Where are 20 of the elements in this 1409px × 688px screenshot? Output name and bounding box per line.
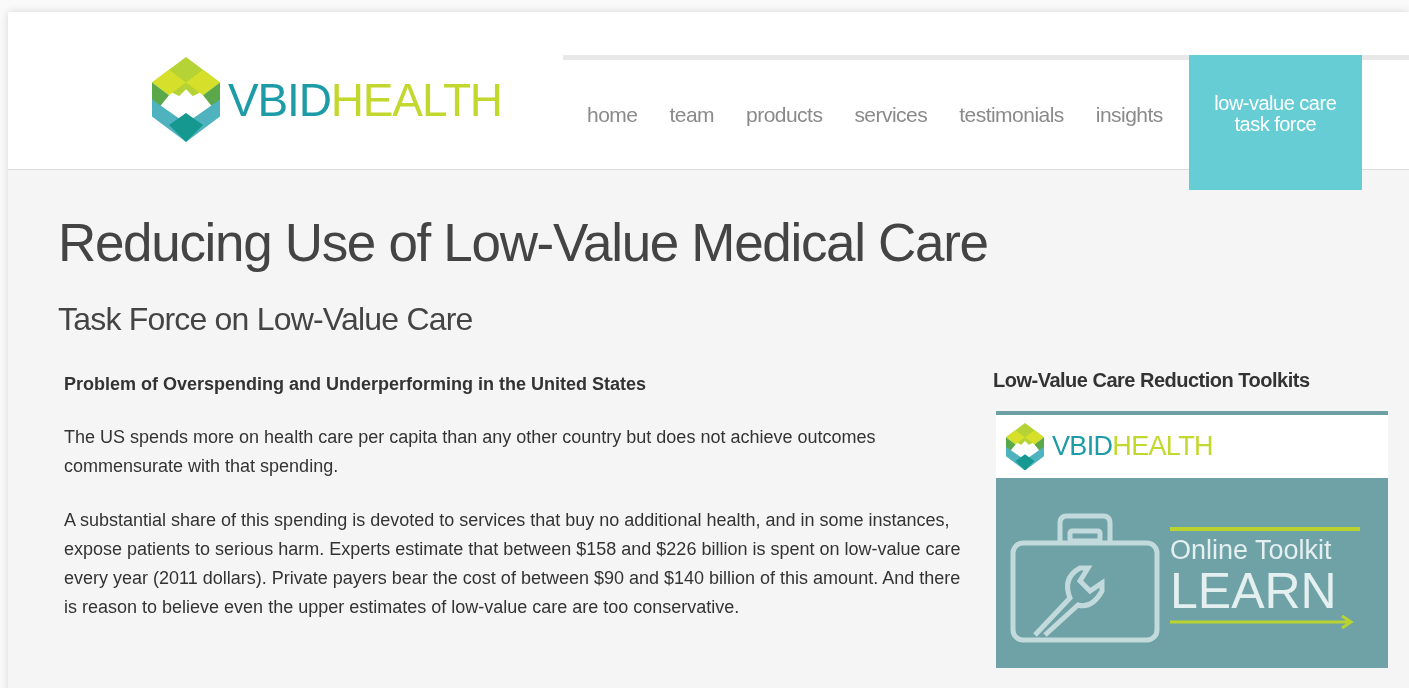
nav-link[interactable]: insights xyxy=(1079,60,1179,131)
logo-icon xyxy=(1006,422,1044,471)
toolkit-banner[interactable]: VBIDHEALTH Online Toolkit LEARN xyxy=(996,411,1388,668)
page-subtitle: Task Force on Low-Value Care xyxy=(58,303,474,335)
logo-wordmark[interactable]: VBIDHEALTH xyxy=(228,76,502,123)
nav-tab[interactable]: low-value care task force xyxy=(1188,55,1362,190)
nav-link[interactable]: testimonials xyxy=(943,60,1080,131)
nav-link[interactable]: products xyxy=(730,60,839,131)
article-paragraph: The US spends more on health care per capita than any other country but does not achieve outcomes commensurate with that spending. xyxy=(64,426,877,478)
nav-link[interactable]: team xyxy=(653,60,731,131)
nav-link[interactable]: services xyxy=(838,60,944,131)
article-heading: Problem of Overspending and Underperforming in the United States xyxy=(64,373,648,396)
article-paragraph: A substantial share of this spending is devoted to services that buy no additional health, and in some instances, expose patients to serious harm. Experts estimate that between $158 and $226 billion is spent on low-value care every year (2011 dollars). Private payers bear the cost of between $90 and $140 billion of this amount. And there is reason to believe even the upper estimates of low-value care are too conservative. xyxy=(64,509,962,619)
learn-label: LEARN xyxy=(1170,567,1338,615)
nav-link[interactable]: home xyxy=(571,60,654,131)
toolkit-label: Online Toolkit xyxy=(1170,534,1333,567)
logo-icon xyxy=(152,57,220,142)
sidebar-heading: Low-Value Care Reduction Toolkits xyxy=(993,368,1311,393)
logo-wordmark[interactable]: VBIDHEALTH xyxy=(1052,433,1213,460)
toolbox-wrench-icon xyxy=(1010,513,1160,643)
